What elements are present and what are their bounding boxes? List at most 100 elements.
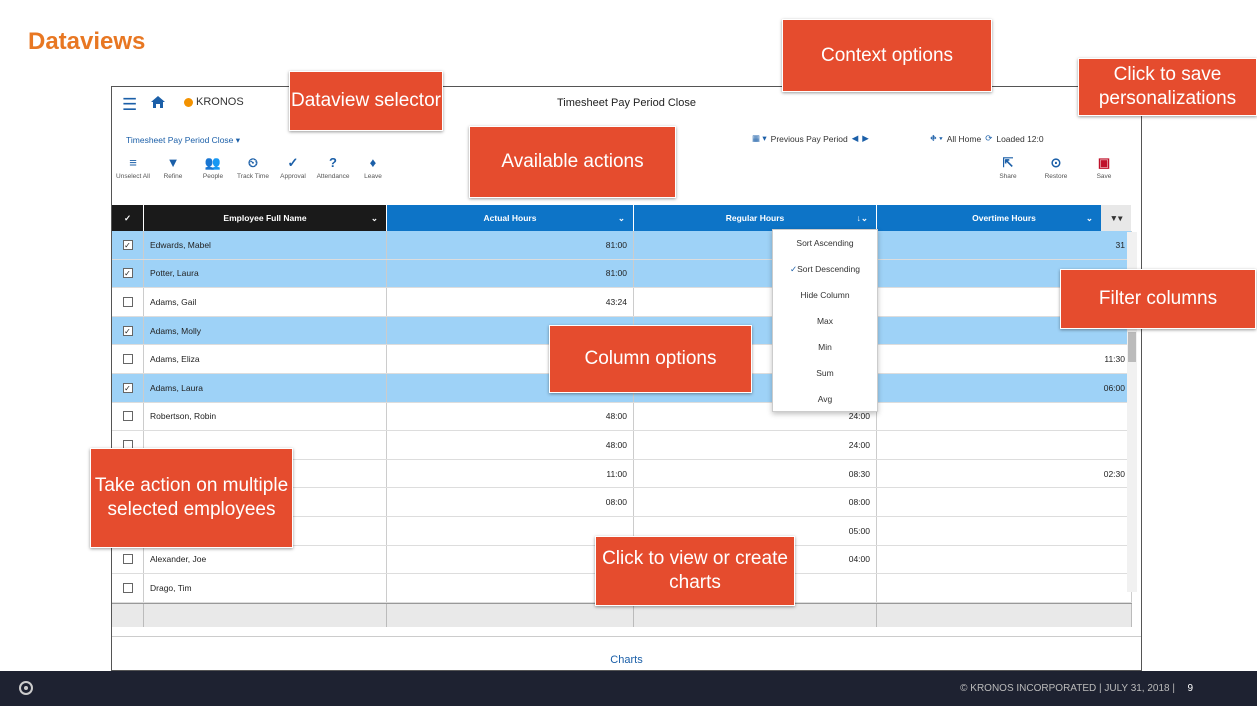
track-time-button[interactable]: ⏲ Track Time (237, 155, 269, 180)
previous-period-icon[interactable]: ◀ (852, 133, 859, 144)
attendance-button[interactable]: ? Attendance (316, 155, 350, 180)
action-label: Leave (364, 173, 382, 180)
footer-copyright: © KRONOS INCORPORATED | JULY 31, 2018 | (960, 683, 1175, 694)
chevron-down-icon[interactable]: ⌄ (618, 213, 625, 224)
cell-actual: 48:00 (387, 431, 634, 459)
sort-descending-icon[interactable]: ↓⌄ (857, 213, 868, 224)
dataview-selector[interactable]: Timesheet Pay Period Close ▾ (126, 135, 240, 146)
column-header-regular[interactable]: Regular Hours ↓⌄ (634, 205, 877, 231)
column-menu-item[interactable]: Sort Ascending (773, 230, 877, 256)
column-menu-item[interactable]: Avg (773, 386, 877, 412)
hierarchy-icon[interactable]: ⛖ ▾ (930, 133, 943, 144)
cell-name: Alexander, Joe (144, 545, 387, 574)
slide-title: Dataviews (28, 28, 146, 55)
right-toolbar: ⇱ Share ⊙ Restore ▣ Save (993, 155, 1119, 180)
cell-name: Robertson, Robin (144, 402, 387, 431)
share-button[interactable]: ⇱ Share (993, 155, 1023, 180)
location-selector[interactable]: ⛖ ▾ All Home ⟳ Loaded 12:0 (930, 133, 1044, 144)
row-checkbox[interactable] (112, 402, 144, 431)
callout-charts: Click to view or create charts (595, 536, 795, 606)
checkbox[interactable]: ✓ (122, 325, 133, 336)
restore-button[interactable]: ⊙ Restore (1041, 155, 1071, 180)
calendar-icon[interactable]: ▦ ▾ (752, 133, 767, 144)
chevron-down-icon[interactable]: ⌄ (1086, 213, 1093, 224)
checkbox[interactable]: ✓ (122, 239, 133, 250)
filter-button[interactable]: ▼ Refine (158, 155, 188, 180)
table-row[interactable]: ✓ Edwards, Mabel 81:00 31 (112, 231, 1132, 260)
checkbox[interactable]: ✓ (122, 268, 133, 279)
table-row[interactable]: ✓ Potter, Laura 81:00 (112, 259, 1132, 289)
save-button[interactable]: ▣ Save (1089, 155, 1119, 180)
action-label: Unselect All (116, 173, 150, 180)
cell-actual: 81:00 (387, 231, 634, 259)
totals-row (112, 602, 1132, 627)
column-menu-item[interactable]: ✓ Sort Descending (773, 256, 877, 282)
cell-overtime (877, 516, 1132, 545)
cell-actual: 81:00 (387, 259, 634, 288)
action-label: People (202, 173, 224, 180)
callout-available-actions: Available actions (469, 126, 676, 198)
cell-overtime (877, 574, 1132, 602)
cell-actual: 11:00 (387, 459, 634, 488)
row-checkbox[interactable]: ✓ (112, 259, 144, 288)
charts-link[interactable]: Charts (112, 636, 1141, 670)
track-time-icon: ⏲ (247, 155, 259, 170)
share-icon: ⇱ (1002, 155, 1014, 170)
column-header-overtime[interactable]: Overtime Hours ⌄ ▼▾ (877, 205, 1132, 231)
grid-header: ✓ Employee Full Name ⌄ Actual Hours ⌄ Regu… (112, 205, 1132, 231)
people-button[interactable]: 👥 People (198, 155, 228, 180)
column-options-menu: Sort Ascending ✓ Sort Descending Hide Colu… (772, 229, 878, 412)
row-checkbox[interactable]: ✓ (112, 231, 144, 259)
cell-name: Edwards, Mabel (144, 231, 387, 259)
approval-button[interactable]: ✓ Approval (278, 155, 308, 180)
cell-regular: 08:30 (634, 459, 877, 488)
cell-name: Adams, Gail (144, 288, 387, 316)
action-label: Attendance (316, 173, 350, 180)
check-icon: ✓ (790, 263, 798, 274)
column-menu-item[interactable]: Hide Column (773, 282, 877, 308)
checkbox[interactable] (122, 296, 133, 307)
leave-button[interactable]: ♦ Leave (358, 155, 388, 180)
column-menu-item[interactable]: Min (773, 334, 877, 360)
cell-name: Drago, Tim (144, 574, 387, 602)
checkbox[interactable]: ✓ (122, 382, 133, 393)
row-checkbox[interactable] (112, 545, 144, 574)
slide-footer: © KRONOS INCORPORATED | JULY 31, 2018 | … (0, 671, 1257, 706)
column-header-actual[interactable]: Actual Hours ⌄ (387, 205, 634, 231)
kronos-footer-logo (19, 681, 33, 695)
chevron-down-icon[interactable]: ⌄ (371, 213, 378, 224)
column-menu-item[interactable]: Sum (773, 360, 877, 386)
column-menu-item[interactable]: Max (773, 308, 877, 334)
cell-overtime (877, 488, 1132, 516)
row-checkbox[interactable] (112, 288, 144, 316)
select-all-checkbox[interactable]: ✓ (112, 205, 144, 231)
timeframe-selector[interactable]: ▦ ▾ Previous Pay Period ◀ ▶ (752, 133, 869, 144)
cell-overtime: 11:30 (877, 345, 1132, 373)
restore-icon: ⊙ (1050, 155, 1062, 170)
callout-multi-select: Take action on multiple selected employe… (90, 448, 293, 548)
action-toolbar: ≡ Unselect All ▼ Refine 👥 People ⏲ Track Time ✓ A… (116, 155, 388, 180)
column-header-employee[interactable]: Employee Full Name ⌄ (144, 205, 387, 231)
next-period-icon[interactable]: ▶ (862, 133, 869, 144)
save-icon: ▣ (1097, 155, 1111, 170)
filter-columns-button[interactable]: ▼▾ (1101, 205, 1131, 231)
row-checkbox[interactable]: ✓ (112, 373, 144, 402)
row-checkbox[interactable] (112, 574, 144, 602)
checkbox[interactable] (122, 582, 133, 593)
cell-overtime (877, 431, 1132, 459)
cell-name: Adams, Molly (144, 316, 387, 345)
callout-dataview-selector: Dataview selector (289, 71, 443, 131)
refresh-icon[interactable]: ⟳ (985, 133, 992, 144)
row-checkbox[interactable] (112, 345, 144, 373)
table-row[interactable]: Robertson, Robin 48:00 24:00 (112, 402, 1132, 432)
action-label: Refine (163, 173, 183, 180)
checkbox[interactable] (122, 554, 133, 565)
row-checkbox[interactable]: ✓ (112, 316, 144, 345)
cell-name: Potter, Laura (144, 259, 387, 288)
cell-name: Adams, Eliza (144, 345, 387, 373)
unselect-all-button[interactable]: ≡ Unselect All (116, 155, 150, 180)
checkbox[interactable] (122, 411, 133, 422)
checkbox[interactable] (122, 354, 133, 365)
cell-overtime (877, 402, 1132, 431)
table-row[interactable]: Adams, Gail 43:24 (112, 288, 1132, 317)
